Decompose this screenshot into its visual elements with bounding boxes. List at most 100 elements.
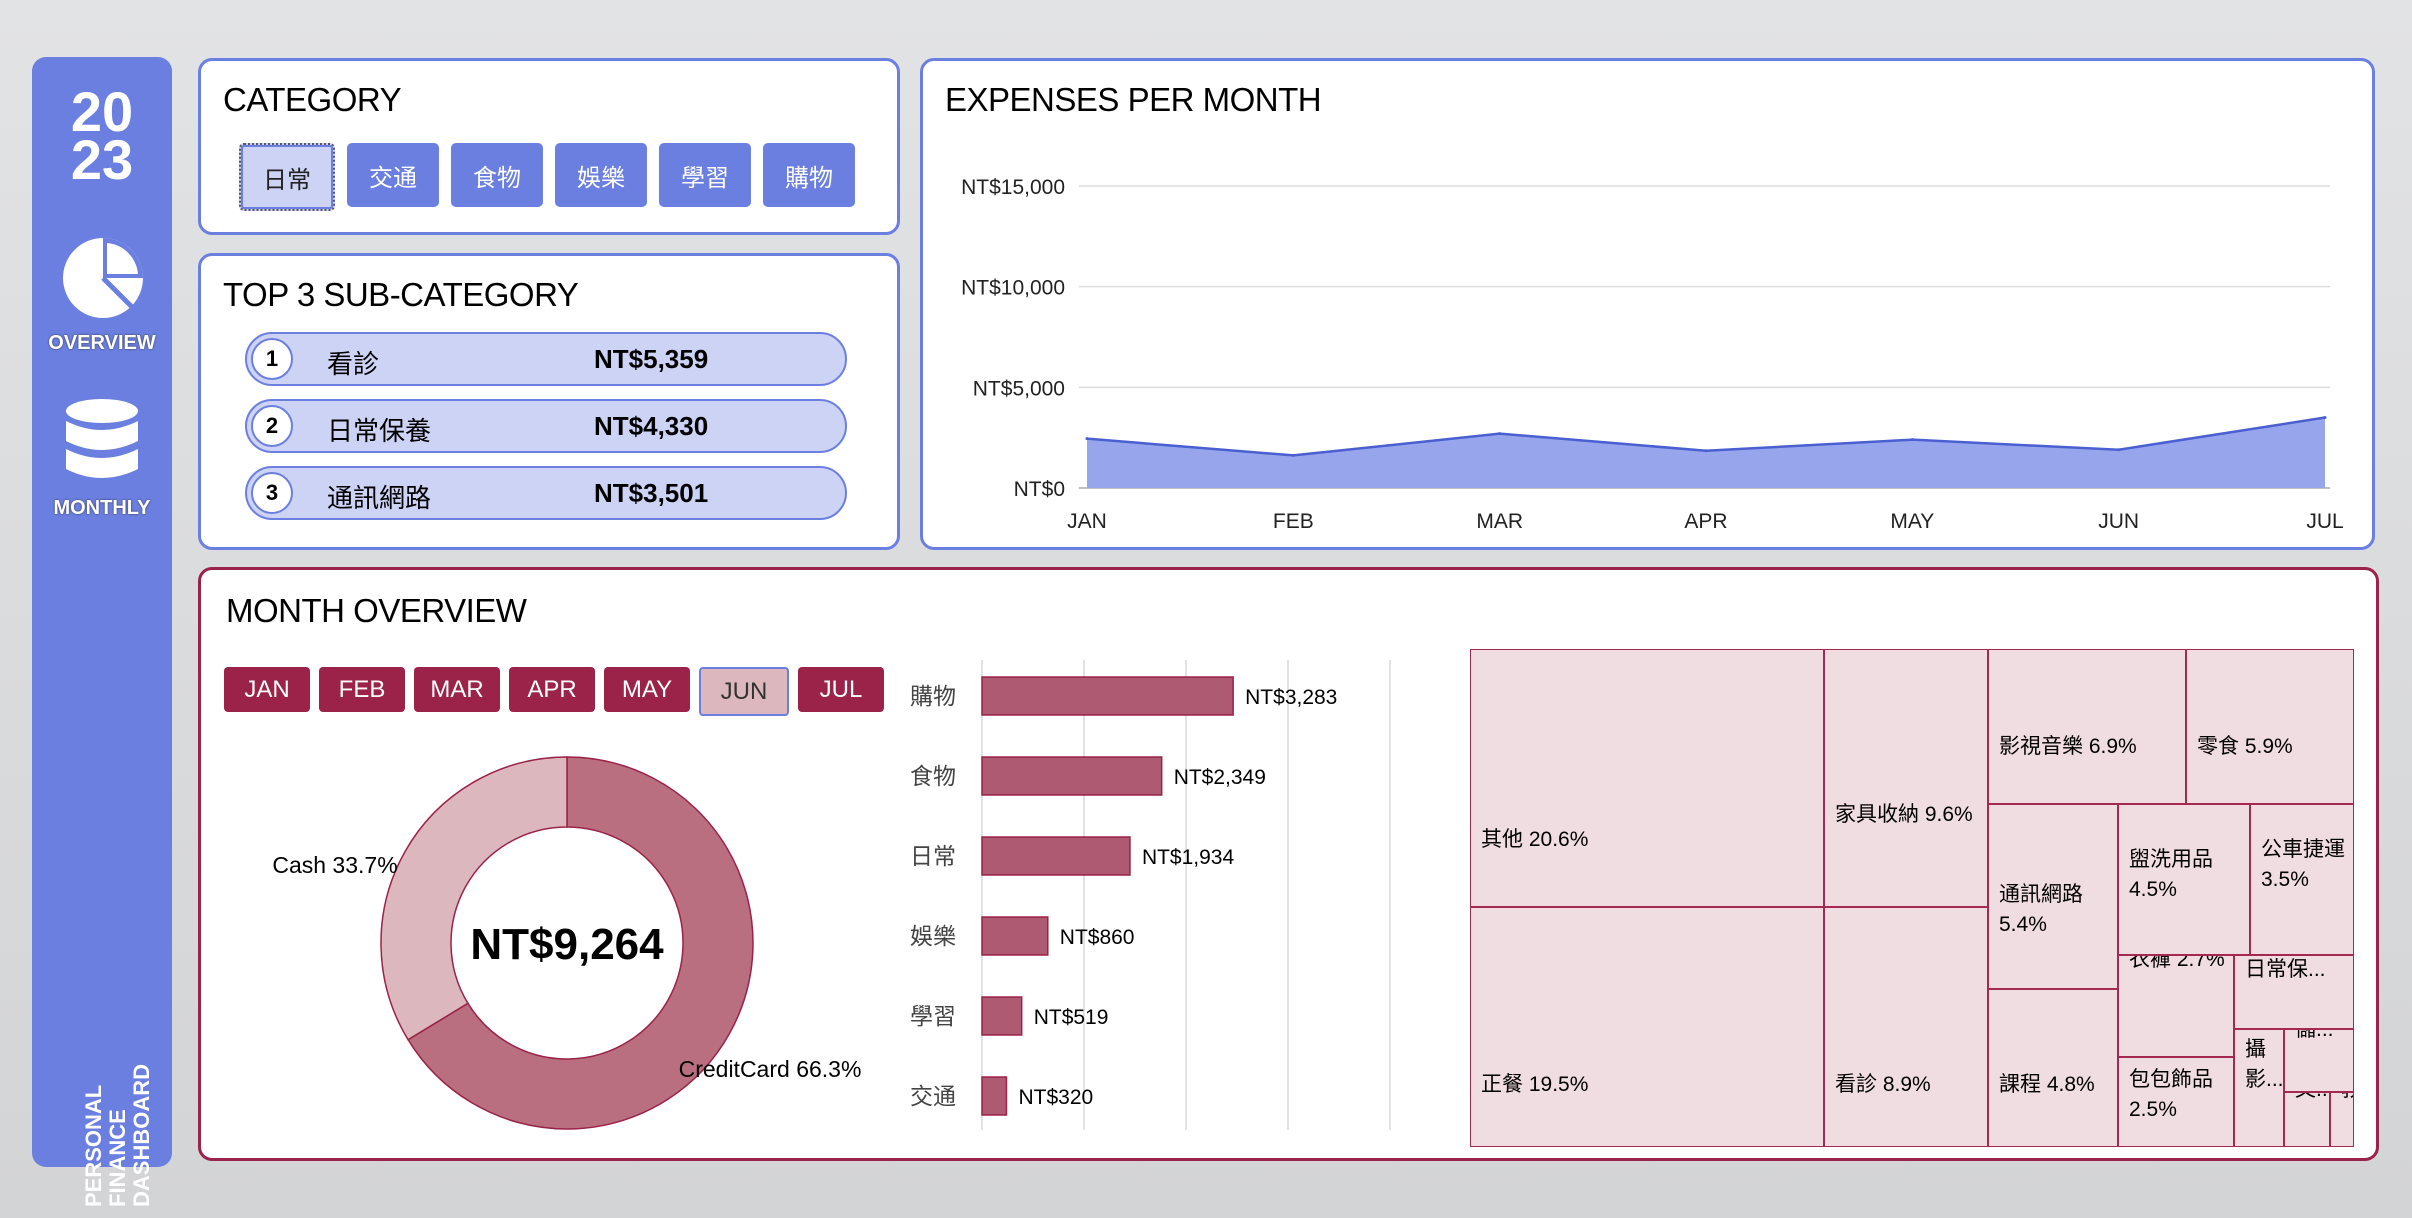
category-button-daily[interactable]: 日常	[239, 143, 335, 211]
pie-chart-icon[interactable]	[60, 235, 146, 321]
y-tick-label: NT$5,000	[973, 377, 1065, 400]
month-button-apr[interactable]: APR	[509, 667, 595, 712]
x-tick-label: MAR	[1476, 510, 1523, 533]
subcategory-name: 看診	[327, 349, 380, 379]
month-button-jul[interactable]: JUL	[798, 667, 884, 712]
month-overview-title: MONTH OVERVIEW	[226, 592, 527, 629]
treemap-cell: 日常保...	[2234, 955, 2354, 1029]
month-button-feb[interactable]: FEB	[319, 667, 405, 712]
category-button-learning[interactable]: 學習	[659, 143, 751, 207]
nav-monthly[interactable]: MONTHLY	[32, 497, 172, 520]
treemap-label: 日常保...	[2245, 958, 2326, 981]
subcategory-value: NT$5,359	[594, 344, 709, 374]
month-button-may[interactable]: MAY	[604, 667, 690, 712]
expenses-area-chart: NT$0 NT$5,000 NT$10,000 NT$15,000 JAN FEB MAR A…	[961, 176, 2344, 533]
treemap-label: 家具收納 9.6%	[1835, 803, 1973, 826]
dashboard-title-line: DASHBOARD	[129, 1064, 154, 1207]
category-label: 食物	[910, 763, 956, 789]
treemap-label: 攝影...	[2245, 1038, 2284, 1091]
subcategory-treemap: 其他 20.6% 正餐 19.5% 家具收納 9.6% 看診 8.9% 影視音樂 6.9…	[1470, 649, 2354, 1147]
category-button-transport[interactable]: 交通	[347, 143, 439, 207]
rank-badge: 3	[251, 472, 293, 514]
bar	[981, 916, 1049, 956]
x-tick-label: JAN	[1067, 510, 1107, 533]
bar-value-label: NT$3,283	[1245, 686, 1337, 709]
sidebar: 20 23 OVERVIEW MONTHLY PERSONAL FINANCE …	[32, 57, 172, 1207]
treemap-label: 其他 20.6%	[1481, 828, 1589, 851]
data-point	[1498, 432, 1502, 436]
treemap-cell: 家具收納 9.6%	[1824, 649, 1988, 907]
subcategory-value: NT$4,330	[594, 411, 709, 441]
category-label: 交通	[910, 1083, 956, 1109]
data-point	[1291, 453, 1295, 457]
y-tick-label: NT$0	[1014, 478, 1065, 501]
donut-total-label: NT$9,264	[470, 920, 664, 969]
top3-item: 3 通訊網路 NT$3,501	[245, 466, 847, 520]
x-tick-label: JUL	[2306, 510, 2343, 533]
x-tick-label: MAY	[1890, 510, 1934, 533]
treemap-label: 零食 5.9%	[2197, 735, 2293, 758]
treemap-cell: 看診 8.9%	[1824, 907, 1988, 1147]
treemap-cell: 衣褲 2.7%	[2118, 955, 2234, 1057]
subcategory-value: NT$3,501	[594, 478, 709, 508]
treemap-cell: 文...	[2284, 1092, 2330, 1147]
treemap-label: 課程 4.8%	[1999, 1073, 2095, 1096]
treemap-label: 公車捷運 3.5%	[2261, 838, 2345, 891]
y-tick-label: NT$10,000	[961, 277, 1065, 300]
dashboard-title-line: FINANCE	[105, 1109, 130, 1207]
treemap-label: 衣褲 2.7%	[2129, 955, 2225, 971]
payment-donut-chart: CreditCard 66.3% Cash 33.7% NT$9,264	[272, 756, 861, 1130]
treemap-cell: 攝影...	[2234, 1029, 2284, 1147]
treemap-cell: 正餐 19.5%	[1470, 907, 1824, 1147]
dashboard-title-line: PERSONAL	[81, 1084, 106, 1207]
treemap-cell: 公車捷運 3.5%	[2250, 804, 2354, 955]
x-tick-label: JUN	[2098, 510, 2139, 533]
nav-overview[interactable]: OVERVIEW	[32, 332, 172, 355]
treemap-label: 影視音樂 6.9%	[1999, 735, 2137, 758]
subcategory-name: 日常保養	[327, 416, 432, 446]
treemap-cell: 包包飾品 2.5%	[2118, 1057, 2234, 1147]
treemap-cell: 通訊網路 5.4%	[1988, 804, 2118, 989]
category-button-entertainment[interactable]: 娛樂	[555, 143, 647, 207]
treemap-cell: 影視音樂 6.9%	[1988, 649, 2186, 804]
category-label: 學習	[910, 1003, 956, 1029]
rank-badge: 2	[251, 405, 293, 447]
month-button-jan[interactable]: JAN	[224, 667, 310, 712]
treemap-label: 教	[2341, 1093, 2353, 1105]
category-button-shopping[interactable]: 購物	[763, 143, 855, 207]
treemap-cell: 盥洗用品 4.5%	[2118, 804, 2250, 955]
treemap-label: 儲...	[2295, 1029, 2334, 1041]
category-title: CATEGORY	[223, 81, 402, 118]
bar-value-label: NT$519	[1034, 1006, 1109, 1029]
data-point	[1910, 438, 1914, 442]
treemap-label: 包包飾品 2.5%	[2129, 1068, 2213, 1121]
data-point	[1085, 437, 1089, 441]
treemap-cell: 課程 4.8%	[1988, 989, 2118, 1147]
donut-slice	[380, 756, 568, 1041]
bar-value-label: NT$860	[1060, 926, 1135, 949]
treemap-label: 看診 8.9%	[1835, 1073, 1931, 1096]
year-bottom: 23	[70, 128, 134, 191]
data-point	[1704, 449, 1708, 453]
bar	[981, 676, 1234, 716]
treemap-cell: 教	[2330, 1092, 2354, 1147]
category-label: 購物	[910, 683, 956, 709]
dashboard-title: PERSONAL FINANCE DASHBOARD	[81, 1064, 154, 1207]
top3-item: 1 看診 NT$5,359	[245, 332, 847, 386]
month-buttons: JAN FEB MAR APR MAY JUN JUL	[224, 667, 884, 716]
category-label: 日常	[910, 843, 956, 869]
treemap-label: 盥洗用品 4.5%	[2129, 848, 2213, 901]
month-button-mar[interactable]: MAR	[414, 667, 500, 712]
bar	[981, 996, 1023, 1036]
slice-label: Cash 33.7%	[272, 852, 397, 878]
treemap-label: 通訊網路 5.4%	[1999, 883, 2083, 936]
bar-value-label: NT$320	[1018, 1086, 1093, 1109]
category-button-food[interactable]: 食物	[451, 143, 543, 207]
bar-value-label: NT$1,934	[1142, 846, 1235, 869]
database-icon[interactable]	[62, 397, 142, 497]
month-button-jun[interactable]: JUN	[699, 667, 789, 716]
bar	[981, 836, 1131, 876]
treemap-cell: 零食 5.9%	[2186, 649, 2354, 804]
category-label: 娛樂	[910, 923, 956, 949]
data-point	[2323, 416, 2327, 420]
